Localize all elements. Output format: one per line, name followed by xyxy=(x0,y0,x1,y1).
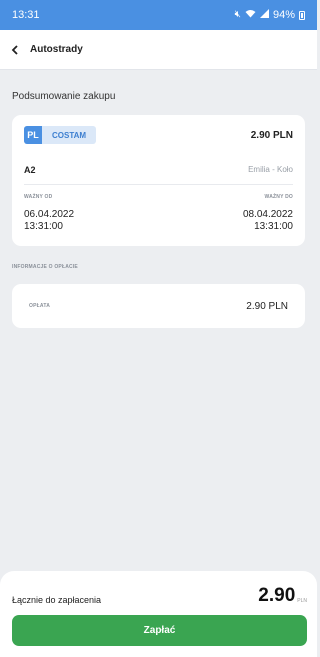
route-row: A2 Emilia - Koło xyxy=(24,155,293,184)
valid-to-time: 13:31:00 xyxy=(254,221,293,232)
page-title: Autostrady xyxy=(30,44,83,55)
total-currency: PLN xyxy=(297,598,307,604)
license-plate: PL COSTAM xyxy=(24,126,97,144)
battery-icon xyxy=(299,10,305,20)
chevron-left-icon xyxy=(11,44,18,55)
status-time: 13:31 xyxy=(12,9,40,21)
mute-icon: 🔇︎ xyxy=(234,9,241,20)
app-bar: Autostrady xyxy=(0,30,317,70)
plate-country: PL xyxy=(24,126,42,144)
ticket-price: 2.90 PLN xyxy=(250,129,293,141)
valid-to-date: 08.04.2022 xyxy=(242,209,293,220)
back-button[interactable] xyxy=(0,30,30,70)
fee-label: OPŁATA xyxy=(29,303,51,309)
battery-percent: 94% xyxy=(272,9,295,21)
valid-to: WAŻNY DO 08.04.2022 13:31:00 xyxy=(243,194,293,233)
valid-from: WAŻNY OD 06.04.2022 13:31:00 xyxy=(24,194,74,233)
wifi-icon xyxy=(245,9,256,21)
valid-from-label: WAŻNY OD xyxy=(24,194,53,200)
validity-row: WAŻNY OD 06.04.2022 13:31:00 WAŻNY DO 08… xyxy=(24,185,293,233)
total-row: Łącznie do zapłacenia 2.90 PLN xyxy=(12,580,307,606)
pay-button[interactable]: Zapłać xyxy=(12,615,307,646)
payment-info-label: INFORMACJE O OPŁACIE xyxy=(12,264,78,270)
status-bar: 13:31 🔇︎ 94% xyxy=(0,0,317,30)
fee-value: 2.90 PLN xyxy=(246,300,288,312)
summary-card: PL COSTAM 2.90 PLN A2 Emilia - Koło WAŻN… xyxy=(12,115,305,246)
plate-row: PL COSTAM 2.90 PLN xyxy=(24,115,293,155)
status-icons: 🔇︎ 94% xyxy=(235,9,305,21)
signal-icon xyxy=(259,9,269,21)
summary-title: Podsumowanie zakupu xyxy=(12,91,116,102)
route-name: Emilia - Koło xyxy=(248,165,293,174)
fee-card: OPŁATA 2.90 PLN xyxy=(12,284,305,328)
total-label: Łącznie do zapłacenia xyxy=(12,595,102,605)
valid-from-date: 06.04.2022 xyxy=(24,209,75,220)
checkout-panel: Łącznie do zapłacenia 2.90 PLN Zapłać xyxy=(0,571,317,657)
plate-number: COSTAM xyxy=(52,130,87,140)
total-amount: 2.90 PLN xyxy=(258,586,307,606)
road-name: A2 xyxy=(24,164,36,175)
valid-to-label: WAŻNY DO xyxy=(264,194,293,200)
valid-from-time: 13:31:00 xyxy=(24,221,63,232)
total-value: 2.90 xyxy=(258,585,296,606)
